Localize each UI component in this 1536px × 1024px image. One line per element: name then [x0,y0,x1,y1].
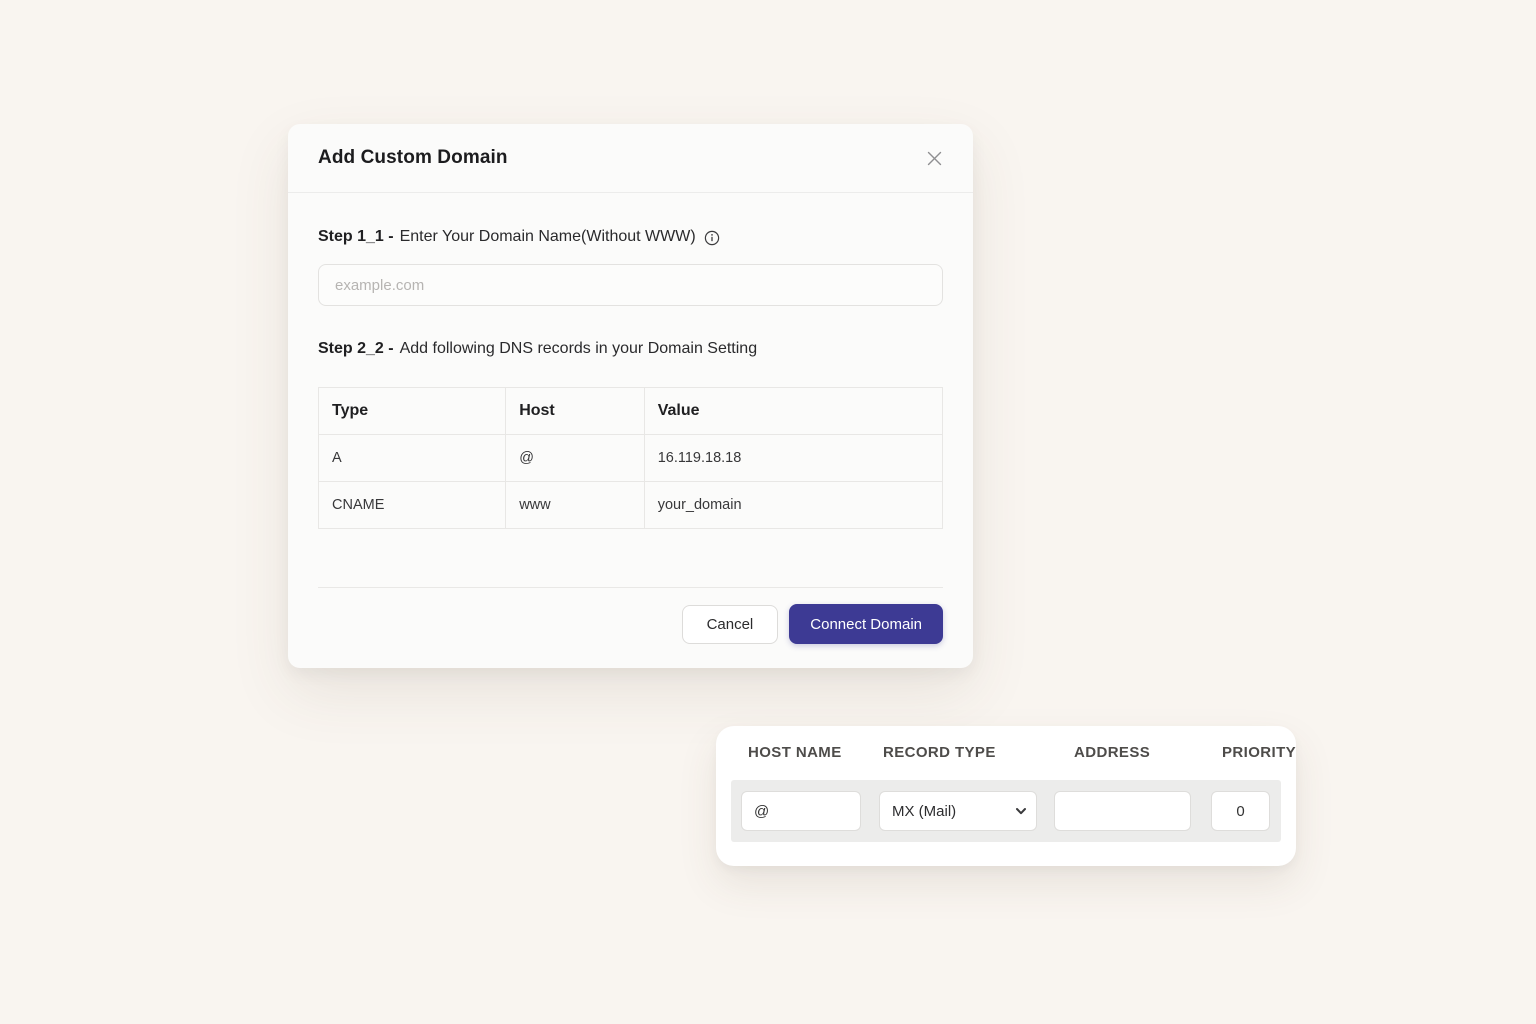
cancel-button[interactable]: Cancel [681,604,779,644]
record-type-select-wrap: MX (Mail) [879,791,1037,831]
step2-label: Step 2_2 - Add following DNS records in … [318,340,943,358]
cell-value: your_domain [643,481,944,529]
modal-footer: Cancel Connect Domain [318,588,943,644]
step2-label-text: Add following DNS records in your Domain… [399,340,758,357]
cell-value: 16.119.18.18 [643,434,944,482]
cell-type: A [317,434,507,482]
close-button[interactable] [921,145,947,171]
host-name-input[interactable] [741,791,861,831]
domain-name-input[interactable] [318,264,943,306]
table-header-row: Type Host Value [317,387,944,435]
table-row: CNAME www your_domain [317,481,944,529]
column-header-priority: PRIORITY [1222,744,1297,761]
step1-label: Step 1_1 - Enter Your Domain Name(Withou… [318,228,943,246]
table-row: A @ 16.119.18.18 [317,434,944,482]
step1-label-text: Enter Your Domain Name(Without WWW) [399,228,696,245]
column-header-host-name: HOST NAME [748,744,842,761]
column-header-record-type: RECORD TYPE [883,744,996,761]
record-type-selected-value: MX (Mail) [892,802,957,820]
step2-label-bold: Step 2_2 - [318,340,394,357]
table-header-value: Value [643,387,944,435]
cell-host: www [505,481,645,529]
record-type-select[interactable]: MX (Mail) [879,791,1037,831]
chevron-down-icon [1014,804,1028,818]
connect-domain-button[interactable]: Connect Domain [789,604,943,644]
table-header-type: Type [317,387,507,435]
close-icon [925,149,944,168]
priority-input[interactable] [1211,791,1270,831]
table-header-host: Host [505,387,645,435]
modal-header: Add Custom Domain [288,124,973,193]
modal-body: Step 1_1 - Enter Your Domain Name(Withou… [288,228,973,644]
cell-host: @ [505,434,645,482]
cell-type: CNAME [317,481,507,529]
info-icon[interactable] [704,230,720,246]
panel-headers: HOST NAME RECORD TYPE ADDRESS PRIORITY [716,744,1296,762]
address-input[interactable] [1054,791,1191,831]
dns-records-table: Type Host Value A @ 16.119.18.18 CNAME w… [317,387,944,529]
modal-title: Add Custom Domain [318,147,508,168]
column-header-address: ADDRESS [1074,744,1151,761]
add-custom-domain-modal: Add Custom Domain Step 1_1 - Enter Your … [288,124,973,668]
step1-label-bold: Step 1_1 - [318,228,394,245]
dns-record-form-panel: HOST NAME RECORD TYPE ADDRESS PRIORITY M… [716,726,1296,866]
record-form-row: MX (Mail) [731,780,1281,842]
